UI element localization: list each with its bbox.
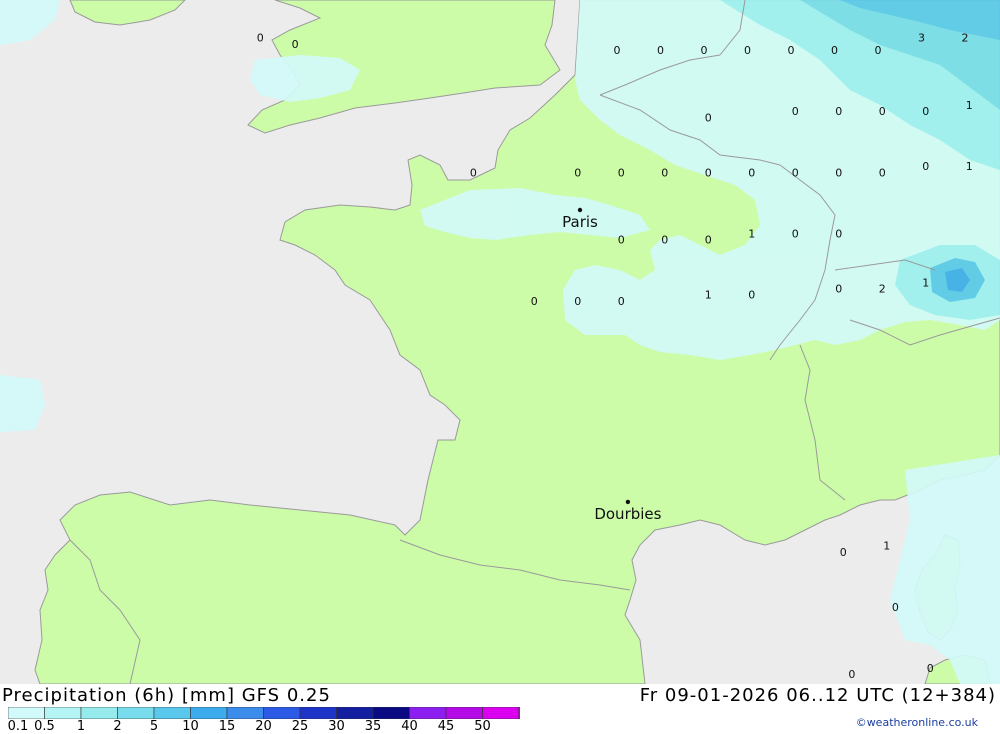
legend-tick-label: 50 (474, 719, 491, 734)
precip-value-label: 0 (661, 166, 668, 179)
precip-value-label: 0 (574, 295, 581, 308)
forecast-time: Fr 09-01-2026 06..12 UTC (12+384) (639, 685, 996, 706)
precip-value-label: 0 (661, 234, 668, 247)
precip-value-label: 0 (701, 44, 708, 57)
map-title: Precipitation (6h) [mm] GFS 0.25 (2, 685, 331, 706)
legend-swatch (482, 707, 520, 719)
precip-value-label: 1 (922, 277, 929, 290)
precip-value-label: 0 (705, 111, 712, 124)
legend-tick-label: 45 (437, 719, 455, 734)
precip-value-label: 1 (748, 228, 755, 241)
precip-value-label: 0 (879, 166, 886, 179)
legend-swatch (8, 707, 45, 719)
weather-map-page: 0000000003200000100000000001000100000100… (0, 0, 1000, 734)
legend-swatch (44, 707, 82, 719)
precip-value-label: 0 (618, 234, 625, 247)
legend-swatch (336, 707, 374, 719)
legend-swatch (518, 707, 520, 719)
precip-value-label: 0 (792, 105, 799, 118)
legend-swatch (372, 707, 410, 719)
color-legend (8, 707, 520, 719)
precip-value-label: 0 (614, 44, 621, 57)
precip-value-label: 1 (966, 160, 973, 173)
legend-tick-label: 0.5 (34, 719, 55, 734)
precip-value-label: 0 (618, 295, 625, 308)
legend-tick-label: 40 (401, 719, 418, 734)
precip-value-label: 0 (922, 160, 929, 173)
legend-swatch (153, 707, 191, 719)
legend-swatch (263, 707, 301, 719)
precip-value-label: 0 (835, 283, 842, 296)
legend-swatch (445, 707, 483, 719)
precip-value-label: 0 (748, 166, 755, 179)
precipitation-map: 0 0 0 0 0 0 0 0 0 3 2 0 0 0 0 0 1 0 0 0 0 0 0 0 0 0 0 1 0 0 0 1 0 0 0 0 0 1 0 0… (0, 0, 1000, 684)
precip-value-label: 3 (918, 32, 925, 45)
city-label: Paris (562, 213, 598, 231)
precip-value-label: 0 (892, 601, 899, 614)
legend-tick-label: 10 (182, 719, 199, 734)
precip-value-label: 0 (257, 32, 264, 45)
precip-value-label: 0 (922, 105, 929, 118)
precip-value-label: 0 (848, 668, 855, 681)
precip-value-label: 0 (835, 228, 842, 241)
precip-value-label: 0 (748, 289, 755, 302)
precip-value-label: 0 (531, 295, 538, 308)
precip-value-label: 1 (705, 289, 712, 302)
precip-value-label: 2 (962, 32, 969, 45)
legend-swatch (190, 707, 228, 719)
footer: Precipitation (6h) [mm] GFS 0.25 Fr 09-0… (0, 684, 1000, 734)
legend-tick-label: 15 (218, 719, 236, 734)
precip-value-label: 0 (618, 166, 625, 179)
legend-tick-label: 0.1 (7, 719, 29, 734)
precip-value-label: 0 (840, 546, 847, 559)
legend-swatch (409, 707, 447, 719)
city-marker (625, 499, 631, 505)
legend-tick-label: 5 (149, 719, 159, 734)
precip-value-label: 0 (705, 234, 712, 247)
city-label: Dourbies (594, 505, 661, 523)
precip-value-label: 1 (966, 99, 973, 112)
precip-value-label: 0 (657, 44, 664, 57)
city-marker (577, 207, 583, 213)
legend-labels: 0.1 0.5 1 2 5 10 15 20 25 30 35 40 45 50 (0, 719, 520, 734)
legend-tick-label: 30 (328, 719, 345, 734)
precip-value-label: 0 (835, 105, 842, 118)
precip-value-label: 0 (835, 166, 842, 179)
legend-tick-label: 20 (255, 719, 272, 734)
legend-swatch (226, 707, 264, 719)
precip-value-label: 0 (705, 166, 712, 179)
precip-value-label: 2 (879, 283, 886, 296)
precip-value-label: 0 (831, 44, 838, 57)
precip-value-label: 0 (744, 44, 751, 57)
legend-swatch (117, 707, 155, 719)
precip-value-label: 0 (470, 166, 477, 179)
legend-swatch (299, 707, 337, 719)
credit-link[interactable]: ©weatheronline.co.uk (856, 716, 978, 729)
precip-value-label: 0 (792, 228, 799, 241)
legend-tick-label: 35 (364, 719, 382, 734)
precip-value-label: 0 (792, 166, 799, 179)
precip-value-label: 0 (292, 38, 299, 51)
legend-tick-label: 1 (76, 719, 86, 734)
precip-value-label: 0 (879, 105, 886, 118)
legend-swatch (80, 707, 118, 719)
legend-tick-label: 25 (291, 719, 309, 734)
precip-value-label: 1 (883, 540, 890, 553)
precip-value-label: 0 (875, 44, 882, 57)
precip-value-label: 0 (927, 662, 934, 675)
precip-value-label: 0 (574, 166, 581, 179)
precip-value-label: 0 (788, 44, 795, 57)
legend-tick-label: 2 (113, 719, 122, 734)
